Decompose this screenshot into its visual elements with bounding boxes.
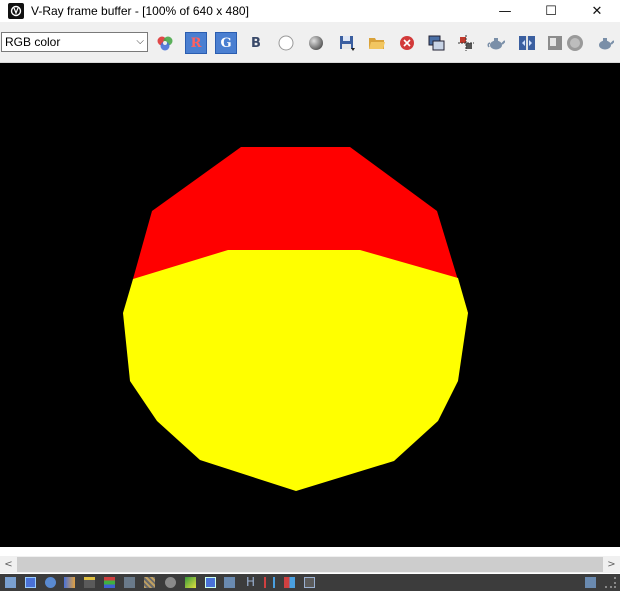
scroll-thumb[interactable] bbox=[17, 557, 603, 572]
render-canvas[interactable] bbox=[0, 63, 620, 547]
blue-channel-button[interactable]: B bbox=[245, 32, 267, 54]
image-icon[interactable] bbox=[544, 32, 566, 54]
title-bar: V-Ray frame buffer - [100% of 640 x 480]… bbox=[0, 0, 620, 22]
resize-grip-icon[interactable] bbox=[605, 577, 616, 588]
yellow-lower-region bbox=[123, 250, 468, 491]
red-channel-button[interactable]: R bbox=[185, 32, 207, 54]
stop-icon[interactable] bbox=[564, 32, 586, 54]
channel-select[interactable]: RGB color ⌵ bbox=[1, 32, 148, 52]
green-channel-button[interactable]: G bbox=[215, 32, 237, 54]
ocio-icon[interactable] bbox=[224, 577, 235, 588]
vray-logo-icon bbox=[8, 3, 24, 19]
compare-icon[interactable] bbox=[516, 32, 538, 54]
duplicate-icon[interactable] bbox=[425, 32, 447, 54]
status-bar: H bbox=[0, 574, 620, 591]
hsl-icon[interactable] bbox=[84, 577, 95, 588]
icc-icon[interactable] bbox=[205, 577, 216, 588]
h-icon[interactable]: H bbox=[246, 575, 255, 589]
lens-icon[interactable] bbox=[185, 577, 196, 588]
stereo-icon[interactable] bbox=[264, 577, 275, 588]
teapot-icon[interactable] bbox=[485, 32, 507, 54]
show-history-icon[interactable] bbox=[585, 577, 596, 588]
window-title: V-Ray frame buffer - [100% of 640 x 480] bbox=[31, 4, 249, 18]
levels-icon[interactable] bbox=[104, 577, 115, 588]
region-render-icon[interactable] bbox=[455, 32, 477, 54]
curve-icon[interactable] bbox=[124, 577, 135, 588]
channel-select-value: RGB color bbox=[5, 35, 61, 49]
save-icon[interactable] bbox=[336, 32, 358, 54]
scroll-right-button[interactable]: > bbox=[603, 556, 620, 573]
teapot-settings-icon[interactable] bbox=[594, 32, 616, 54]
horizontal-scrollbar[interactable]: < > bbox=[0, 556, 620, 573]
white-circle-icon[interactable] bbox=[275, 32, 297, 54]
sun-icon[interactable] bbox=[165, 577, 176, 588]
info-icon[interactable] bbox=[45, 577, 56, 588]
scroll-left-button[interactable]: < bbox=[0, 556, 17, 573]
color-swatches-icon[interactable] bbox=[154, 32, 176, 54]
close-button[interactable]: ✕ bbox=[574, 0, 620, 22]
minimize-button[interactable]: — bbox=[482, 0, 528, 22]
lut-icon[interactable] bbox=[64, 577, 75, 588]
rendered-sphere bbox=[123, 147, 468, 491]
color-corrections-icon[interactable] bbox=[25, 577, 36, 588]
clear-icon[interactable] bbox=[396, 32, 418, 54]
open-folder-icon[interactable] bbox=[366, 32, 388, 54]
channels-icon[interactable] bbox=[284, 577, 295, 588]
maximize-button[interactable]: ☐ bbox=[528, 0, 574, 22]
tile-icon[interactable] bbox=[304, 577, 315, 588]
toolbar: RGB color ⌵ R G B bbox=[0, 22, 620, 63]
chevron-down-icon: ⌵ bbox=[136, 36, 144, 47]
display-icon[interactable] bbox=[5, 577, 16, 588]
grey-sphere-icon[interactable] bbox=[305, 32, 327, 54]
exposure-icon[interactable] bbox=[144, 577, 155, 588]
